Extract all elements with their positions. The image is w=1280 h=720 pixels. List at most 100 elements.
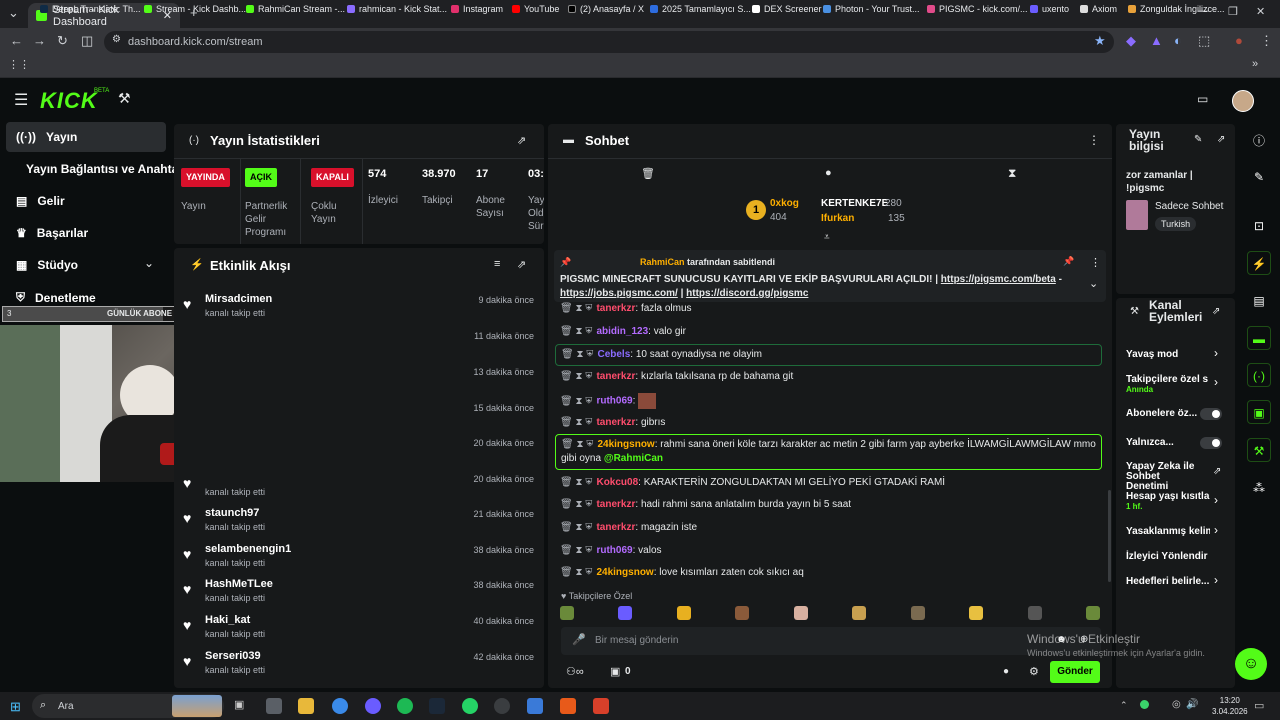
chat-message[interactable]: 🗑 ⧗ ⛨ Cebels: 10 saat oynadiysa ne olayim [555,344,1102,366]
chevron-right-icon[interactable]: › [1214,493,1218,507]
edit-icon[interactable]: ✎ [1247,165,1271,189]
chat-message[interactable]: 🗑 ⧗ ⛨ ruth069: valos [560,544,1100,558]
sidebar-item-baglanti[interactable]: Yayın Bağlantısı ve Anahtarı [26,162,186,176]
send-button[interactable]: Gönder [1050,661,1100,683]
reload-icon[interactable]: ↻ [57,33,68,49]
popout-icon[interactable]: ⇗ [1212,306,1220,317]
hamburger-menu-icon[interactable]: ☰ [14,90,28,110]
kick-logo[interactable]: KICK [40,88,98,114]
document-icon[interactable]: ▤ [1247,289,1271,313]
action-followers-only[interactable]: Takipçilere özel so [1126,374,1208,385]
network-icon[interactable]: ◎ [1172,699,1181,710]
pinned-link[interactable]: https://pigsmc.com/beta [941,274,1056,285]
only-toggle[interactable] [1200,437,1222,449]
extension-icon[interactable]: ◐ [1174,33,1182,48]
emote-icon[interactable] [560,606,574,620]
bookmark-star-icon[interactable]: ★ [1094,33,1106,49]
chat-message[interactable]: 🗑 ⧗ ⛨ 24kingsnow: love kısımları zaten co… [560,566,1100,580]
chrome-icon[interactable] [332,698,348,714]
chat-menu-icon[interactable]: ⋮ [1088,133,1100,147]
steam-icon[interactable] [429,698,445,714]
action-goals[interactable]: Hedefleri belirle... [1126,576,1210,587]
chevron-right-icon[interactable]: › [1214,523,1218,537]
bookmark-axiom[interactable]: Axiom [1080,4,1117,14]
maximize-icon[interactable]: ❐ [1228,5,1238,18]
chat-message[interactable]: 🗑 ⧗ ⛨ tanerkzr: magazin iste [560,521,1100,535]
tray-app-icon[interactable] [1140,700,1149,709]
chat-message[interactable]: 🗑 ⧗ ⛨ Kokcu08: KARAKTERİN ZONGULDAKTAN MI… [560,476,1100,490]
connections-icon[interactable]: ⁂ [1247,476,1271,500]
popout-icon[interactable]: ⇗ [517,134,526,147]
bookmark-instagram[interactable]: Instagram [451,4,503,14]
action-viewer-redirect[interactable]: İzleyici Yönlendir [1126,551,1208,562]
chat-message[interactable]: 🗑 ⧗ ⛨ ruth069: [560,393,1100,409]
hammer-icon[interactable]: ⚒ [118,90,131,107]
emote-icon[interactable] [793,606,808,620]
bookmark-kick-dashboard[interactable]: Stream - Kick Dashb... [144,4,246,14]
bookmark-rahmican-stream[interactable]: RahmiCan Stream -... [246,4,345,14]
profile-icon[interactable]: ● [1235,33,1243,48]
chat-message[interactable]: 🗑 ⧗ ⛨ tanerkzr: gibrıs [560,416,1100,430]
extension-icon[interactable]: ▲ [1150,33,1163,48]
chat-message[interactable]: 🗑 ⧗ ⛨ tanerkzr: fazla olmus [560,302,1100,316]
broadcast-icon[interactable]: (·) [1247,363,1271,387]
bookmark-tamamlayici[interactable]: 2025 Tamamlayıcı S... [650,4,751,14]
tools-icon[interactable]: ⚒ [1247,438,1271,462]
popout-icon[interactable]: ⇗ [1217,134,1225,145]
info-icon[interactable]: ⓘ [1247,129,1271,153]
whatsapp-icon[interactable] [462,698,478,714]
sidepanel-icon[interactable]: ◫ [81,33,93,49]
spotify-icon[interactable] [397,698,413,714]
action-slow-mode[interactable]: Yavaş mod [1126,349,1178,360]
emote-icon[interactable] [618,606,633,620]
chevron-down-icon[interactable]: ⌄ [144,256,154,270]
lightning-icon[interactable]: ⚡ [1247,251,1271,275]
chat-message[interactable]: 🗑 ⧗ ⛨ abidin_123: valo gir [560,325,1100,339]
chat-settings-icon[interactable]: ● [1003,666,1009,677]
pinned-link[interactable]: https://jobs.pigsmc.com/ [560,288,678,299]
leader-name[interactable]: 0xkog [770,198,799,209]
action-account-age[interactable]: Hesap yaşı kısıtlar [1126,491,1210,502]
chest-icon[interactable]: ▣ [610,665,620,678]
task-view-icon[interactable]: ▣ [234,698,250,714]
action-subscribers-only[interactable]: Abonelere öz... [1126,408,1197,419]
extension-icon[interactable]: ◆ [1126,33,1136,49]
sidebar-item-gelir[interactable]: ▤ Gelir [16,194,65,208]
chat-bubble-icon[interactable]: ▬ [1247,326,1271,350]
chevron-right-icon[interactable]: › [1214,375,1218,389]
action-ai-moderation[interactable]: Yapay Zeka ile Sohbet Denetimi [1126,462,1204,492]
site-info-icon[interactable]: ⚙ [112,34,121,45]
avatar[interactable] [1232,90,1254,112]
chevron-right-icon[interactable]: › [1214,346,1218,360]
app-icon[interactable] [527,698,543,714]
category-name[interactable]: Sadece Sohbet [1155,201,1223,212]
subscribers-toggle[interactable] [1200,408,1222,420]
edit-pencil-icon[interactable]: ✎ [1194,134,1202,145]
emote-icon[interactable] [852,606,867,620]
apps-grid-icon[interactable]: ⋮⋮ [8,58,30,71]
gear-icon[interactable]: ⚙ [1029,665,1039,678]
emote-icon[interactable] [676,606,691,620]
app-icon[interactable] [266,698,282,714]
support-chat-icon[interactable]: ☺ [1235,648,1267,680]
window-close-icon[interactable]: ✕ [1256,5,1265,18]
bookmark-uxento[interactable]: uxento [1030,4,1069,14]
filter-icon[interactable]: ≡ [494,258,500,270]
emote-icon[interactable] [969,606,984,620]
file-explorer-icon[interactable] [298,698,314,714]
chat-message[interactable]: 🗑 ⧗ ⛨ 24kingsnow: rahmi sana öneri köle t… [555,434,1102,470]
sidebar-item-basarilar[interactable]: ♛ Başarılar [16,226,88,240]
more-bookmarks-icon[interactable]: » [1252,58,1258,70]
collapse-icon[interactable]: ⩡ [824,232,830,243]
sidebar-item-denetleme[interactable]: ⛨ Denetleme [16,290,96,305]
brave-icon[interactable] [593,698,609,714]
expand-chevron-icon[interactable]: ⌄ [1089,277,1098,290]
windows-start-icon[interactable]: ⊞ [10,699,21,715]
chat-message[interactable]: 🗑 ⧗ ⛨ tanerkzr: kızlarla takılsana rp de … [560,370,1100,384]
bookmark-dex-screener[interactable]: DEX Screener [752,4,822,14]
address-input[interactable]: dashboard.kick.com/stream [104,31,1114,53]
pinned-link[interactable]: https://discord.gg/pigsmc [686,288,808,299]
bookmark-youtube[interactable]: YouTube [512,4,559,14]
forward-icon[interactable]: → [33,33,46,48]
notification-icon[interactable]: ▭ [1254,699,1264,712]
